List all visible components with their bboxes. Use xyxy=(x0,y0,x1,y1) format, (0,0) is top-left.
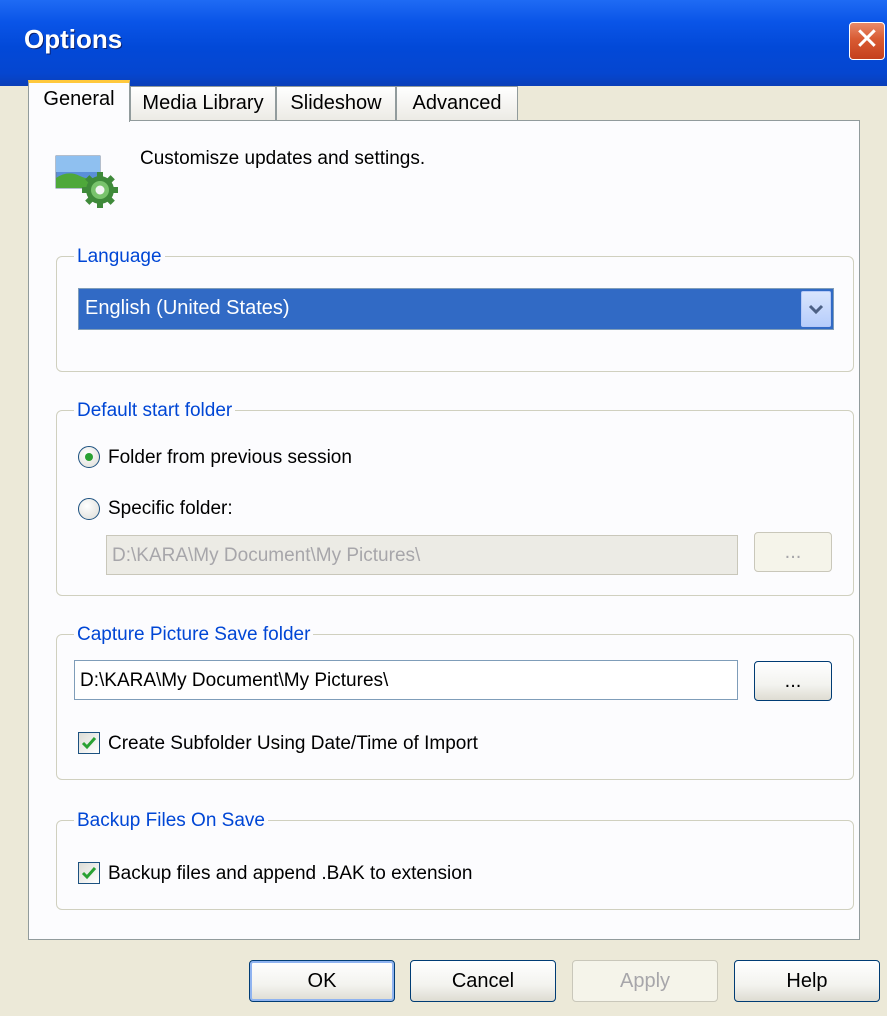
help-button[interactable]: Help xyxy=(734,960,880,1002)
apply-button-label: Apply xyxy=(619,970,671,992)
default-start-folder-title: Default start folder xyxy=(74,400,236,422)
language-group-title: Language xyxy=(74,246,165,268)
specific-folder-browse-button: ... xyxy=(754,532,832,572)
help-button-label: Help xyxy=(786,970,828,992)
capture-folder-browse-label: ... xyxy=(784,670,802,692)
cancel-button[interactable]: Cancel xyxy=(410,960,556,1002)
radio-selected-dot xyxy=(85,453,93,461)
radio-folder-previous-session-label[interactable]: Folder from previous session xyxy=(108,447,352,469)
capture-folder-path-field[interactable]: D:\KARA\My Document\My Pictures\ xyxy=(74,660,738,700)
specific-folder-path-value: D:\KARA\My Document\My Pictures\ xyxy=(112,545,421,566)
tab-advanced-label: Advanced xyxy=(412,92,502,114)
capture-folder-group xyxy=(56,634,854,780)
checkmark-icon xyxy=(81,867,97,880)
tab-general[interactable]: General xyxy=(28,80,130,122)
tab-advanced[interactable]: Advanced xyxy=(396,86,518,120)
tab-general-label: General xyxy=(43,88,115,110)
window-title: Options xyxy=(24,24,123,54)
specific-folder-path-field: D:\KARA\My Document\My Pictures\ xyxy=(106,535,738,575)
close-button[interactable]: ✕ xyxy=(849,22,885,60)
tab-slideshow-label: Slideshow xyxy=(290,92,382,114)
create-subfolder-label[interactable]: Create Subfolder Using Date/Time of Impo… xyxy=(108,733,478,755)
ok-button-label: OK xyxy=(307,970,337,992)
tab-slideshow[interactable]: Slideshow xyxy=(276,86,396,120)
ok-button[interactable]: OK xyxy=(249,960,395,1002)
cancel-button-label: Cancel xyxy=(451,970,515,992)
language-selected-value: English (United States) xyxy=(85,297,290,319)
capture-folder-title: Capture Picture Save folder xyxy=(74,624,314,646)
tab-media-library-label: Media Library xyxy=(142,92,264,114)
radio-specific-folder[interactable] xyxy=(78,498,100,520)
settings-gear-icon xyxy=(55,155,118,208)
header-description: Customisze updates and settings. xyxy=(140,148,426,169)
dropdown-arrow-button[interactable] xyxy=(801,291,831,327)
specific-folder-browse-label: ... xyxy=(784,541,802,563)
create-subfolder-checkbox[interactable] xyxy=(78,732,100,754)
radio-folder-previous-session[interactable] xyxy=(78,446,100,468)
apply-button: Apply xyxy=(572,960,718,1002)
backup-files-label[interactable]: Backup files and append .BAK to extensio… xyxy=(108,863,472,885)
chevron-down-icon xyxy=(808,304,824,315)
checkmark-icon xyxy=(81,737,97,750)
tab-media-library[interactable]: Media Library xyxy=(130,86,276,120)
close-icon: ✕ xyxy=(854,23,880,56)
capture-folder-path-value: D:\KARA\My Document\My Pictures\ xyxy=(80,670,389,691)
language-dropdown[interactable]: English (United States) xyxy=(78,288,834,330)
capture-folder-browse-button[interactable]: ... xyxy=(754,661,832,701)
title-bar[interactable]: Options ✕ xyxy=(0,0,887,86)
backup-files-checkbox[interactable] xyxy=(78,862,100,884)
backup-group-title: Backup Files On Save xyxy=(74,810,268,832)
radio-specific-folder-label[interactable]: Specific folder: xyxy=(108,498,233,520)
